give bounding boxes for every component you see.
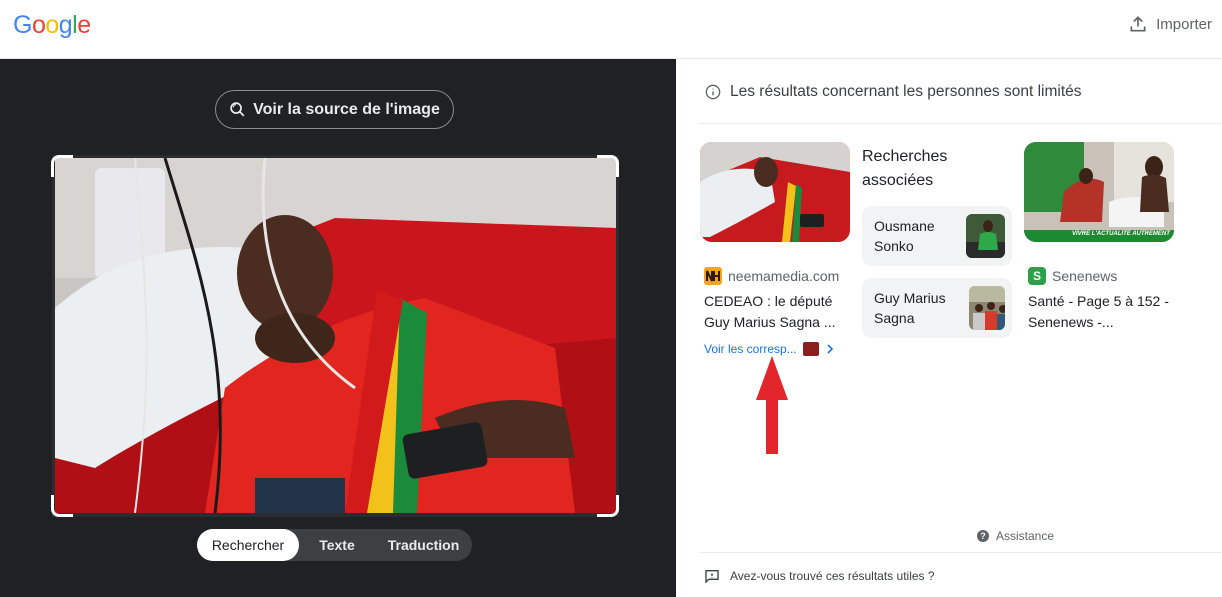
visual-match-card[interactable]: neemamedia.com CEDEAO : le député Guy Ma… (700, 142, 850, 333)
view-source-button[interactable]: Voir la source de l'image (215, 90, 454, 129)
logo-letter: G (13, 11, 32, 39)
hospital-patient-photo (55, 158, 616, 513)
crop-handle-top-left[interactable] (51, 155, 73, 177)
related-search-label: Guy Marius Sagna (874, 290, 946, 326)
result-source: neemamedia.com (700, 267, 850, 285)
logo-letter: g (58, 11, 73, 39)
lens-search-icon (230, 102, 245, 117)
related-search-thumbnail (968, 286, 1005, 330)
banner-text: VIVRE L'ACTUALITE AUTREMENT (1072, 231, 1170, 237)
result-title[interactable]: CEDEAO : le député Guy Marius Sagna ... (700, 291, 850, 333)
upload-button[interactable]: Importer (1128, 14, 1212, 34)
query-image (52, 155, 619, 517)
divider (700, 552, 1222, 553)
people-results-notice: Les résultats concernant les personnes s… (705, 83, 1082, 101)
assistance-link[interactable]: ? Assistance (977, 529, 1054, 543)
feedback-icon (705, 570, 719, 584)
image-viewer-pane: Voir la source de l'image Rechercher Tex… (0, 59, 676, 597)
logo-letter: o (45, 11, 59, 39)
upload-label: Importer (1156, 15, 1212, 33)
related-search-thumbnail (966, 214, 1005, 258)
neemamedia-favicon (704, 267, 722, 285)
feedback-label: Avez-vous trouvé ces résultats utiles ? (730, 569, 935, 583)
logo-letter: o (31, 11, 46, 39)
result-title[interactable]: Santé - Page 5 à 152 - Senenews -... (1024, 291, 1174, 333)
top-bar: Google Importer (0, 0, 1222, 59)
info-icon (705, 84, 721, 100)
match-mini-thumbnail (802, 342, 819, 356)
result-thumbnail: VIVRE L'ACTUALITE AUTREMENT (1024, 142, 1174, 242)
source-name: neemamedia.com (728, 268, 840, 284)
results-pane: Les résultats concernant les personnes s… (676, 59, 1222, 597)
related-search-label: Ousmane Sonko (874, 218, 935, 254)
see-matches-label: Voir les corresp... (704, 342, 797, 356)
related-searches-heading: Recherches associées (862, 148, 948, 189)
notice-text: Les résultats concernant les personnes s… (730, 83, 1082, 100)
feedback-prompt[interactable]: Avez-vous trouvé ces résultats utiles ? (704, 568, 935, 584)
result-source: S Senenews (1024, 267, 1174, 285)
chevron-right-icon (827, 344, 833, 354)
senenews-favicon: S (1028, 267, 1046, 285)
result-thumbnail (700, 142, 850, 242)
mode-tab-search[interactable]: Rechercher (197, 529, 299, 561)
crop-handle-bottom-right[interactable] (597, 495, 619, 517)
mode-switcher: Rechercher Texte Traduction (197, 529, 472, 561)
assistance-label: Assistance (996, 529, 1055, 543)
related-search-guy-marius-sagna[interactable]: Guy Marius Sagna (862, 278, 1012, 338)
see-matches-link[interactable]: Voir les corresp... (704, 342, 835, 356)
source-name: Senenews (1052, 268, 1118, 284)
view-source-label: Voir la source de l'image (253, 100, 440, 118)
visual-match-card[interactable]: VIVRE L'ACTUALITE AUTREMENT S Senenews S… (1024, 142, 1174, 333)
google-logo[interactable]: Google (13, 11, 91, 40)
divider (700, 123, 1222, 124)
related-search-ousmane-sonko[interactable]: Ousmane Sonko (862, 206, 1012, 266)
crop-handle-bottom-left[interactable] (51, 495, 73, 517)
mode-tab-text[interactable]: Texte (299, 529, 375, 561)
mode-tab-translate[interactable]: Traduction (375, 529, 472, 561)
logo-letter: e (77, 11, 91, 39)
upload-icon (1130, 16, 1146, 32)
crop-handle-top-right[interactable] (597, 155, 619, 177)
annotation-arrow-icon (756, 356, 788, 454)
help-icon: ? (977, 530, 989, 542)
